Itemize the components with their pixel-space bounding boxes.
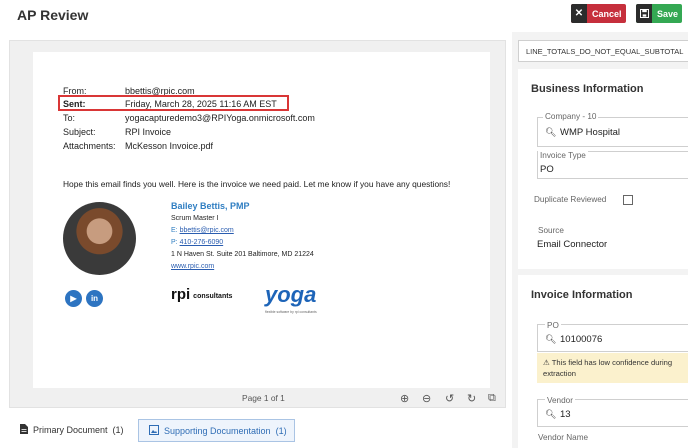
image-document-icon (149, 424, 159, 437)
yoga-logo-tagline: flexible software by rpi consultants (265, 310, 317, 314)
signature-email-link[interactable]: bbettis@rpic.com (180, 227, 234, 234)
signature-website-link[interactable]: www.rpic.com (171, 263, 214, 270)
email-subject-label: Subject: (63, 127, 96, 137)
company-value: WMP Hospital (560, 127, 621, 138)
tab-primary-label: Primary Document (33, 425, 108, 435)
email-attachments-label: Attachments: (63, 141, 116, 151)
page-indicator: Page 1 of 1 (242, 393, 285, 403)
signature-name: Bailey Bettis, PMP (171, 201, 250, 211)
source-value: Email Connector (537, 239, 608, 250)
zoom-in-icon[interactable]: ⊕ (400, 392, 409, 405)
business-information-section: Business Information Company - 10 🔍︎ WMP… (518, 69, 688, 269)
save-button-label: Save (657, 8, 679, 19)
duplicate-reviewed-checkbox[interactable] (623, 195, 633, 205)
email-document-page: From: bbettis@rpic.com Sent: Friday, Mar… (33, 52, 490, 388)
document-tabs: Primary Document (1) Supporting Document… (9, 418, 506, 448)
app-header: AP Review ✕ Cancel Save (0, 0, 688, 32)
email-to-label: To: (63, 113, 76, 123)
vendor-name-label: Vendor Name (536, 433, 591, 442)
yoga-logo: yoga (265, 282, 317, 307)
rpi-logo-sub: consultants (193, 293, 233, 300)
tab-supporting-count: (1) (275, 425, 287, 436)
rotate-left-icon[interactable]: ↺ (445, 392, 454, 405)
low-confidence-warning-text: This field has low confidence during ext… (543, 358, 673, 378)
page-title: AP Review (17, 7, 89, 23)
youtube-icon[interactable]: ▶ (65, 290, 82, 307)
cancel-button-label: Cancel (592, 8, 622, 19)
signature-email-prefix: E: (171, 227, 178, 234)
email-to-value: yogacapturedemo3@RPIYoga.onmicrosoft.com (125, 113, 315, 123)
company-field[interactable]: Company - 10 🔍︎ WMP Hospital (537, 112, 688, 147)
invoice-information-section: Invoice Information PO 🔍︎ 10100076 ⚠ Thi… (518, 275, 688, 448)
tab-supporting-documentation[interactable]: Supporting Documentation (1) (138, 419, 295, 442)
signature-email-line: E: bbettis@rpic.com (171, 227, 234, 234)
tab-supporting-label: Supporting Documentation (164, 425, 271, 436)
po-field[interactable]: PO 🔍︎ 10100076 (537, 321, 688, 352)
signature-phone-prefix: P: (171, 239, 178, 246)
business-information-title: Business Information (531, 83, 644, 95)
low-confidence-warning: ⚠ This field has low confidence during e… (537, 353, 688, 383)
zoom-out-icon[interactable]: ⊖ (422, 392, 431, 405)
company-label: Company - 10 (543, 112, 599, 121)
email-subject-value: RPI Invoice (125, 127, 172, 137)
document-icon (20, 424, 28, 436)
signature-phone-link[interactable]: 410-276-6090 (180, 239, 224, 246)
signature-title: Scrum Master I (171, 215, 219, 222)
tab-primary-document[interactable]: Primary Document (1) (20, 424, 124, 436)
rpi-logo-text: rpi (171, 286, 191, 303)
email-body: Hope this email finds you well. Here is … (63, 179, 451, 189)
invoice-type-value: PO (540, 164, 554, 175)
invoice-information-title: Invoice Information (531, 289, 633, 301)
email-attachments-value: McKesson Invoice.pdf (125, 141, 214, 151)
po-value: 10100076 (560, 334, 603, 345)
vendor-label: Vendor (545, 396, 575, 405)
search-icon: 🔍︎ (545, 409, 557, 419)
warning-icon: ⚠ (543, 358, 550, 367)
duplicate-reviewed-label: Duplicate Reviewed (532, 195, 609, 204)
signature-address: 1 N Haven St. Suite 201 Baltimore, MD 21… (171, 251, 314, 258)
search-icon: 🔍︎ (545, 127, 557, 137)
linkedin-icon[interactable]: in (86, 290, 103, 307)
invoice-type-field[interactable]: Invoice Type PO (537, 151, 688, 179)
save-icon (636, 4, 652, 23)
signature-phone-line: P: 410-276-6090 (171, 239, 223, 246)
document-viewer[interactable]: From: bbettis@rpic.com Sent: Friday, Mar… (9, 40, 506, 408)
viewer-toolbar: Page 1 of 1 ⊕ ⊖ ↺ ↻ ⧉ (10, 391, 507, 409)
validation-error-field[interactable]: LINE_TOTALS_DO_NOT_EQUAL_SUBTOTAL (518, 40, 688, 62)
source-label: Source (536, 226, 566, 235)
invoice-details-panel: LINE_TOTALS_DO_NOT_EQUAL_SUBTOTAL Busine… (512, 32, 688, 448)
invoice-type-label: Invoice Type (538, 151, 588, 160)
vendor-field[interactable]: Vendor 🔍︎ 13 (537, 396, 688, 427)
rpi-consultants-logo: rpi consultants (171, 286, 232, 303)
tab-primary-count: (1) (112, 425, 124, 435)
search-icon: 🔍︎ (545, 334, 557, 344)
vendor-value: 13 (560, 409, 571, 420)
close-icon: ✕ (571, 4, 587, 23)
avatar (63, 202, 136, 275)
po-label: PO (545, 321, 561, 330)
sent-highlight-box (58, 95, 289, 111)
rotate-right-icon[interactable]: ↻ (467, 392, 476, 405)
save-button[interactable]: Save (636, 4, 682, 23)
open-external-icon[interactable]: ⧉ (488, 392, 496, 405)
cancel-button[interactable]: ✕ Cancel (571, 4, 626, 23)
